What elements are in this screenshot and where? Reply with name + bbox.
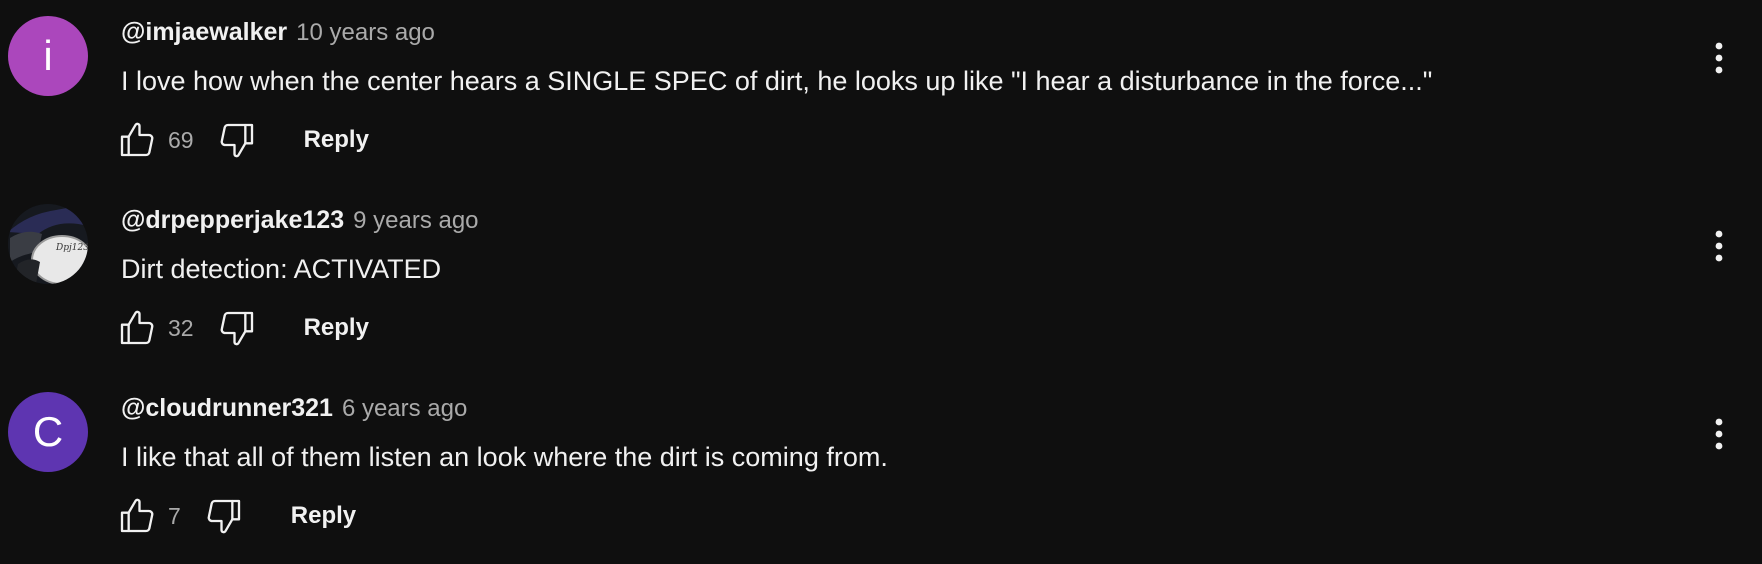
thumb-down-icon [220,311,253,346]
thumb-up-icon [120,498,154,533]
avatar[interactable]: Dpj123 [8,204,88,284]
like-count: 32 [168,314,194,341]
comment-text: I like that all of them listen an look w… [121,442,888,472]
reply-button[interactable]: Reply [304,120,369,160]
author-name[interactable]: @drpepperjake123 [121,206,344,235]
comment-header: @imjaewalker 10 years ago [121,18,435,52]
dislike-button[interactable] [216,307,258,349]
like-button[interactable] [116,119,158,161]
thumb-down-icon [207,499,240,534]
like-count: 69 [168,126,194,153]
comment-timestamp[interactable]: 9 years ago [353,207,478,235]
comment-item: i @imjaewalker 10 years ago I love how w… [0,0,1762,188]
thumb-down-icon [220,123,253,158]
like-button[interactable] [116,495,158,537]
more-vert-icon [1715,230,1723,262]
comment-actions: 7 Reply [116,494,356,538]
thumb-up-icon [120,310,154,345]
author-name[interactable]: @imjaewalker [121,18,287,47]
more-options-button[interactable] [1697,36,1741,80]
avatar-image: Dpj123 [8,204,88,284]
dislike-button[interactable] [203,495,245,537]
comment-text: Dirt detection: ACTIVATED [121,254,442,284]
dislike-button[interactable] [216,119,258,161]
author-name[interactable]: @cloudrunner321 [121,394,333,423]
like-button[interactable] [116,307,158,349]
comment-header: @drpepperjake123 9 years ago [121,206,479,240]
avatar-letter: C [32,408,64,455]
like-count: 7 [168,502,181,529]
avatar[interactable]: C [8,392,88,472]
avatar[interactable]: i [8,16,88,96]
more-options-button[interactable] [1697,412,1741,456]
thumb-up-icon [120,122,154,157]
comment-actions: 32 Reply [116,306,369,350]
comment-item: Dpj123 @drpepperjake123 9 years ago Dirt… [0,188,1762,376]
comment-item: C @cloudrunner321 6 years ago I like tha… [0,376,1762,564]
more-vert-icon [1715,418,1723,450]
more-vert-icon [1715,42,1723,74]
reply-button[interactable]: Reply [291,496,356,536]
comment-timestamp[interactable]: 10 years ago [296,19,435,47]
comment-actions: 69 Reply [116,118,369,162]
reply-button[interactable]: Reply [304,308,369,348]
comment-timestamp[interactable]: 6 years ago [342,395,467,423]
more-options-button[interactable] [1697,224,1741,268]
comment-text: I love how when the center hears a SINGL… [121,66,1433,96]
avatar-letter: i [43,32,53,79]
avatar-caption: Dpj123 [55,243,88,253]
comment-header: @cloudrunner321 6 years ago [121,394,467,428]
